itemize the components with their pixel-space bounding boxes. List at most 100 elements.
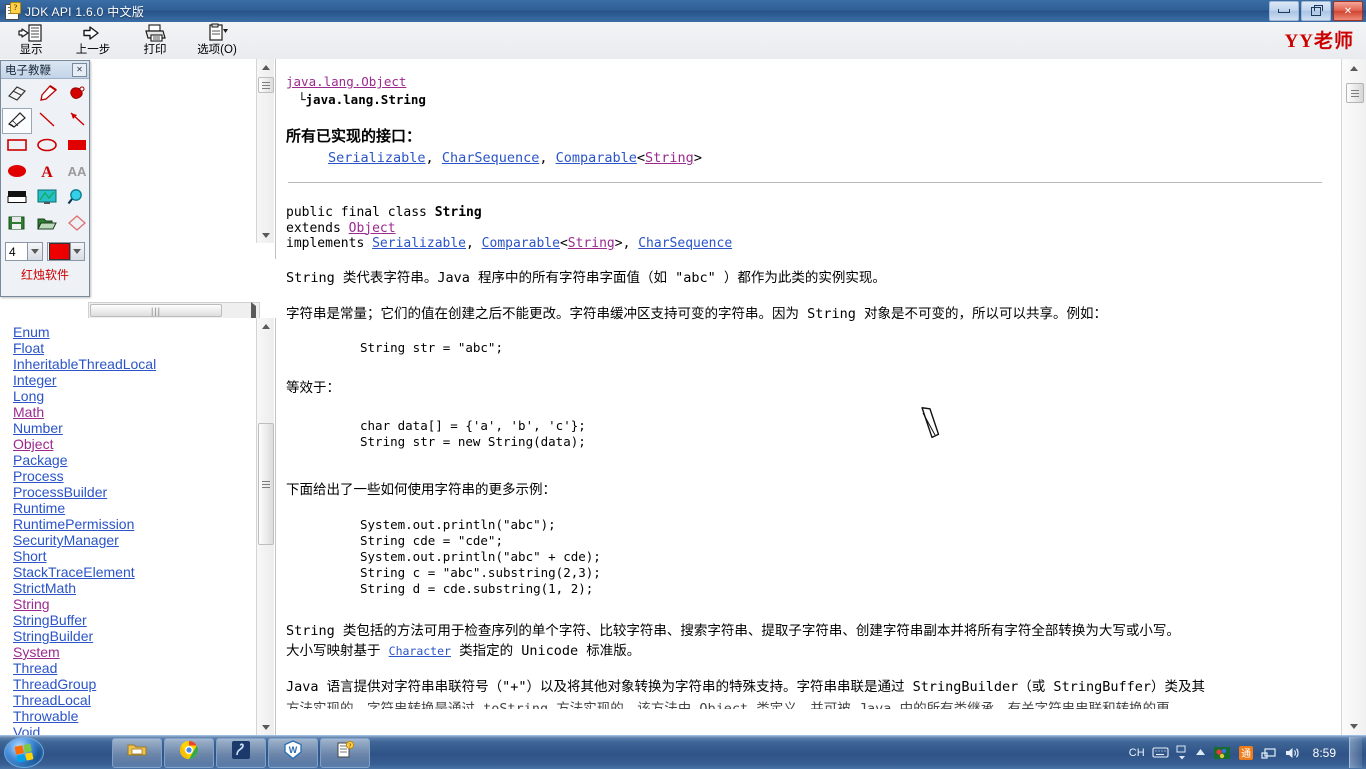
scroll-thumb[interactable] — [258, 423, 274, 545]
class-link-thread[interactable]: Thread — [13, 660, 275, 676]
package-list-horizontal-scrollbar[interactable]: ||| — [88, 302, 260, 327]
taskbar-item-explorer[interactable] — [112, 737, 162, 768]
class-link-stringbuilder[interactable]: StringBuilder — [13, 628, 275, 644]
tool-filled-rectangle[interactable] — [62, 134, 92, 160]
tool-arrow[interactable] — [62, 108, 92, 134]
taskbar-item-chrome[interactable] — [164, 737, 214, 768]
class-link-securitymanager[interactable]: SecurityManager — [13, 532, 275, 548]
extends-link-object[interactable]: Object — [349, 221, 396, 236]
tool-open[interactable] — [32, 212, 62, 238]
h-scroll-thumb[interactable]: ||| — [90, 304, 222, 317]
show-desktop-button[interactable] — [1349, 737, 1362, 768]
class-link-system[interactable]: System — [13, 644, 275, 660]
character-class-link[interactable]: Character — [389, 644, 451, 658]
taskbar-item-blue-app[interactable] — [216, 737, 266, 768]
implements-type-param-string[interactable]: String — [568, 236, 615, 251]
content-scroll-thumb[interactable] — [1346, 83, 1364, 103]
scroll-up-arrow[interactable] — [257, 59, 274, 75]
volume-icon[interactable] — [1284, 746, 1300, 760]
class-link-float[interactable]: Float — [13, 340, 275, 356]
content-vertical-scrollbar[interactable] — [1341, 59, 1366, 735]
content-scroll-up-arrow[interactable] — [1342, 59, 1366, 77]
class-link-number[interactable]: Number — [13, 420, 275, 436]
class-link-integer[interactable]: Integer — [13, 372, 275, 388]
tool-rectangle-outline[interactable] — [2, 134, 32, 160]
tool-pencil[interactable] — [2, 108, 32, 134]
close-button[interactable]: ✕ — [1333, 1, 1363, 21]
interface-link-serializable[interactable]: Serializable — [328, 150, 426, 166]
tool-screen[interactable] — [32, 186, 62, 212]
inheritance-parent-link[interactable]: java.lang.Object — [286, 74, 406, 89]
class-link-threadgroup[interactable]: ThreadGroup — [13, 676, 275, 692]
tool-eraser[interactable] — [2, 82, 32, 108]
minimize-button[interactable] — [1269, 1, 1299, 21]
class-link-processbuilder[interactable]: ProcessBuilder — [13, 484, 275, 500]
class-link-void[interactable]: Void — [13, 724, 275, 735]
tool-diamond[interactable] — [62, 212, 92, 238]
scroll-thumb[interactable] — [258, 77, 274, 93]
package-list-vertical-scrollbar[interactable] — [256, 59, 274, 243]
tool-spray[interactable] — [62, 82, 92, 108]
interface-type-param-string[interactable]: String — [645, 150, 694, 166]
chevron-down-icon[interactable] — [69, 243, 84, 260]
class-link-throwable[interactable]: Throwable — [13, 708, 275, 724]
class-link-math[interactable]: Math — [13, 404, 275, 420]
show-hidden-icons-arrow[interactable] — [1195, 748, 1206, 757]
network-icon[interactable] — [1261, 746, 1277, 760]
tool-font-size[interactable]: AA — [62, 160, 92, 186]
class-link-runtime[interactable]: Runtime — [13, 500, 275, 516]
class-link-stringbuffer[interactable]: StringBuffer — [13, 612, 275, 628]
scroll-down-arrow[interactable] — [257, 719, 274, 735]
class-link-long[interactable]: Long — [13, 388, 275, 404]
class-link-package[interactable]: Package — [13, 452, 275, 468]
class-link-inheritablethreadlocal[interactable]: InheritableThreadLocal — [13, 356, 275, 372]
palette-close-button[interactable]: ✕ — [72, 62, 87, 77]
ime-toolbar-icon[interactable] — [1176, 745, 1188, 761]
class-link-enum[interactable]: Enum — [13, 324, 275, 340]
toolbar-button-show[interactable]: 显示 — [0, 22, 62, 58]
taskbar-item-jdk-help[interactable]: ? — [320, 737, 370, 768]
class-link-short[interactable]: Short — [13, 548, 275, 564]
restore-button[interactable] — [1301, 1, 1331, 21]
implements-link-comparable[interactable]: Comparable — [482, 236, 560, 251]
tool-text[interactable]: A — [32, 160, 62, 186]
toolbar-button-back[interactable]: 上一步 — [62, 22, 124, 58]
start-button[interactable] — [4, 737, 44, 768]
class-link-stacktraceelement[interactable]: StackTraceElement — [13, 564, 275, 580]
content-scroll-down-arrow[interactable] — [1342, 717, 1366, 735]
code-block-1: String str = "abc"; — [360, 339, 503, 355]
scroll-down-arrow[interactable] — [257, 227, 274, 243]
tool-ellipse-outline[interactable] — [32, 134, 62, 160]
colorful-app-icon[interactable] — [1213, 745, 1231, 761]
keyboard-icon[interactable] — [1152, 747, 1169, 758]
class-declaration: public final class String extends Object… — [286, 205, 1324, 252]
tool-curtain[interactable] — [2, 186, 32, 212]
class-link-process[interactable]: Process — [13, 468, 275, 484]
stroke-width-selector[interactable]: 4 — [5, 242, 43, 261]
class-link-object[interactable]: Object — [13, 436, 275, 452]
class-link-strictmath[interactable]: StrictMath — [13, 580, 275, 596]
class-list-vertical-scrollbar[interactable] — [256, 318, 274, 735]
tool-highlighter[interactable] — [32, 82, 62, 108]
stroke-color-selector[interactable] — [47, 242, 85, 261]
interface-link-comparable[interactable]: Comparable — [556, 150, 637, 166]
taskbar-clock[interactable]: 8:59 — [1307, 746, 1342, 760]
tool-save[interactable] — [2, 212, 32, 238]
annotation-palette-window[interactable]: 电子教鞭 ✕ A AA 4 红烛软件 — [0, 60, 90, 297]
interface-link-charsequence[interactable]: CharSequence — [442, 150, 540, 166]
implements-link-serializable[interactable]: Serializable — [372, 236, 466, 251]
tool-magnifier[interactable] — [62, 186, 92, 212]
toolbar-button-print[interactable]: 打印 — [124, 22, 186, 58]
class-link-string[interactable]: String — [13, 596, 275, 612]
class-link-runtimepermission[interactable]: RuntimePermission — [13, 516, 275, 532]
tool-filled-ellipse[interactable] — [2, 160, 32, 186]
orange-app-icon[interactable]: 通 — [1238, 745, 1254, 761]
tool-line[interactable] — [32, 108, 62, 134]
taskbar-item-wps[interactable]: W — [268, 737, 318, 768]
toolbar-button-options[interactable]: 选项(O) — [186, 22, 248, 58]
class-link-threadlocal[interactable]: ThreadLocal — [13, 692, 275, 708]
ime-language-indicator[interactable]: CH — [1129, 747, 1145, 759]
implements-link-charsequence[interactable]: CharSequence — [638, 236, 732, 251]
scroll-up-arrow[interactable] — [257, 318, 274, 334]
chevron-down-icon[interactable] — [27, 243, 42, 260]
